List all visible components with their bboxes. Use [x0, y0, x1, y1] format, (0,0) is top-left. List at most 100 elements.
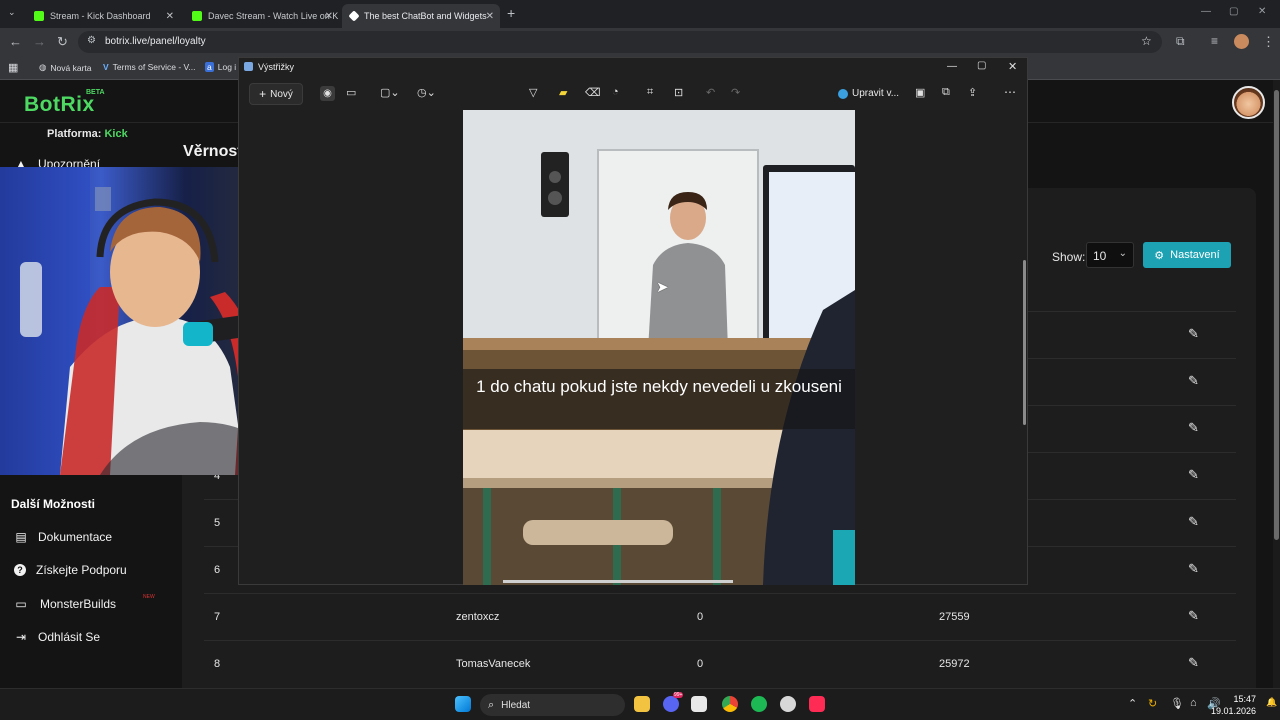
username-cell: TomasVanecek — [456, 658, 531, 670]
plus-icon: + — [259, 87, 267, 101]
save-icon[interactable]: ▣ — [915, 86, 925, 99]
screenshot-mode-icon[interactable]: ◉ — [320, 86, 335, 101]
shapes-icon[interactable]: ◔ — [612, 86, 619, 98]
spotify-icon[interactable] — [751, 696, 767, 712]
profile-avatar[interactable] — [1234, 34, 1249, 49]
notification-icon[interactable]: 🔔 — [1266, 697, 1277, 708]
page-size-select[interactable]: 10 ⌄ — [1086, 242, 1134, 268]
tiktok-icon[interactable] — [809, 696, 825, 712]
clock-time[interactable]: 15:47 — [1233, 694, 1256, 704]
maximize-icon[interactable]: ▢ — [977, 60, 986, 71]
rank-cell: 8 — [214, 658, 221, 670]
taskbar-search[interactable]: ⌕ Hledat — [480, 694, 625, 716]
back-icon[interactable]: ← — [9, 34, 22, 49]
redo-icon[interactable]: ↷ — [731, 86, 740, 99]
help-icon: ? — [14, 564, 26, 576]
captured-image — [463, 110, 855, 585]
edit-icon[interactable]: ✎ — [1188, 373, 1199, 389]
maximize-icon[interactable]: ▢ — [1229, 6, 1238, 17]
bookmark-item[interactable]: a Log i — [205, 62, 236, 72]
bookmark-star-icon[interactable]: ☆ — [1141, 34, 1152, 48]
tab-search-icon[interactable]: ⌄ — [8, 7, 16, 18]
table-row: 8 TomasVanecek 0 25972 ✎ — [204, 640, 1236, 687]
sidebar-item-docs[interactable]: ▤ Dokumentace — [14, 530, 112, 544]
text-actions-icon[interactable]: ⊡ — [674, 86, 683, 99]
page-scroll-thumb[interactable] — [1274, 90, 1279, 540]
windows-start-icon[interactable] — [455, 696, 471, 712]
menu-icon[interactable]: ⋮ — [1262, 34, 1275, 50]
steam-icon[interactable] — [780, 696, 796, 712]
edit-icon[interactable]: ✎ — [1188, 655, 1199, 671]
video-mode-icon[interactable]: ▭ — [346, 86, 356, 99]
eraser-icon[interactable]: ⌫ — [585, 86, 601, 99]
minimize-icon[interactable]: — — [1201, 6, 1211, 17]
tab-botrix[interactable]: The best ChatBot and Widgets ✕ — [342, 4, 500, 28]
clock-date[interactable]: 19.01.2026 — [1211, 706, 1256, 716]
watchtime-cell: 25972 — [939, 658, 970, 670]
crop-icon[interactable]: ⌗ — [647, 86, 653, 99]
tab-kick-stream[interactable]: Davec Stream - Watch Live on K ✕ — [184, 4, 339, 28]
delay-timer-icon[interactable]: ◷⌄ — [417, 86, 436, 99]
v-logo-icon: V — [103, 62, 109, 72]
platform-value: Kick — [104, 128, 128, 140]
share-icon[interactable]: ⇪ — [968, 86, 977, 99]
new-snip-button[interactable]: + Nový — [249, 83, 303, 105]
close-icon[interactable]: ✕ — [1008, 60, 1017, 73]
forward-icon[interactable]: → — [33, 34, 46, 49]
table-row: 7 zentoxcz 0 27559 ✎ — [204, 593, 1236, 640]
pen-icon[interactable]: ▽ — [529, 86, 537, 99]
edit-icon[interactable]: ✎ — [1188, 561, 1199, 577]
sidebar-item-logout[interactable]: ⇥ Odhlásit Se — [14, 630, 100, 644]
reload-icon[interactable]: ↻ — [57, 34, 68, 50]
highlighter-icon[interactable]: ▰ — [559, 86, 567, 99]
user-avatar[interactable] — [1232, 86, 1265, 119]
edit-in-app-button[interactable]: Upravit v... — [838, 88, 899, 99]
network-icon[interactable]: ⌂ — [1190, 697, 1197, 709]
address-row: ← → ↻ ⚙ botrix.live/panel/loyalty ☆ ⧉ ≡ … — [0, 28, 1280, 56]
sidebar-item-support[interactable]: ? Získejte Podporu — [14, 563, 127, 577]
watchtime-cell: 27559 — [939, 611, 970, 623]
extensions-icon[interactable]: ⧉ — [1176, 34, 1185, 49]
address-bar[interactable]: ⚙ botrix.live/panel/loyalty ☆ — [78, 31, 1162, 53]
minimize-icon[interactable]: — — [947, 61, 957, 72]
sidebar-item-monsterbuilds[interactable]: ▭ MonsterBuilds — [14, 597, 116, 611]
points-cell: 0 — [697, 611, 704, 623]
tray-app-icon[interactable]: ↻ — [1148, 697, 1157, 710]
bookmark-item[interactable]: ◍ Nová karta — [39, 62, 92, 73]
edit-icon[interactable]: ✎ — [1188, 467, 1199, 483]
edit-icon[interactable]: ✎ — [1188, 514, 1199, 530]
undo-icon[interactable]: ↶ — [706, 86, 715, 99]
edit-icon[interactable]: ✎ — [1188, 420, 1199, 436]
bookmark-item[interactable]: V Terms of Service - V... — [103, 62, 196, 72]
tab-kick-dashboard[interactable]: Stream - Kick Dashboard ✕ — [26, 4, 180, 28]
more-options-icon[interactable]: ⋯ — [1004, 85, 1016, 99]
tab-close-icon[interactable]: ✕ — [166, 11, 174, 22]
logout-icon: ⇥ — [15, 630, 27, 644]
username-cell: zentoxcz — [456, 611, 500, 623]
new-tab-button[interactable]: + — [507, 5, 515, 21]
chrome-icon[interactable] — [722, 696, 738, 712]
snip-scrollbar[interactable] — [1023, 260, 1026, 425]
discord-icon[interactable] — [663, 696, 679, 712]
edit-icon[interactable]: ✎ — [1188, 608, 1199, 624]
copy-icon[interactable]: ⧉ — [942, 86, 950, 99]
obs-icon[interactable] — [691, 696, 707, 712]
reading-list-icon[interactable]: ≡ — [1211, 34, 1218, 48]
microphone-icon[interactable]: 🎙 — [1170, 697, 1184, 710]
globe-icon: ◍ — [39, 62, 47, 72]
botrix-logo[interactable]: BotRix — [24, 93, 95, 117]
search-icon: ⌕ — [488, 698, 495, 711]
more-options-title: Další Možnosti — [11, 497, 96, 511]
edit-icon[interactable]: ✎ — [1188, 326, 1199, 342]
settings-button[interactable]: ⚙ Nastavení — [1143, 242, 1231, 268]
file-explorer-icon[interactable] — [634, 696, 650, 712]
snip-shape-icon[interactable]: ▢⌄ — [380, 86, 400, 99]
site-info-icon[interactable]: ⚙ — [87, 35, 96, 46]
tab-close-icon[interactable]: ✕ — [325, 11, 333, 22]
tray-overflow-icon[interactable]: ⌃ — [1128, 697, 1137, 710]
snipping-tool-app-icon — [244, 62, 253, 71]
apps-grid-icon[interactable]: ▦ — [8, 61, 18, 74]
close-window-icon[interactable]: ✕ — [1258, 6, 1266, 17]
rank-cell: 7 — [214, 611, 221, 623]
tab-close-icon[interactable]: ✕ — [486, 11, 494, 22]
